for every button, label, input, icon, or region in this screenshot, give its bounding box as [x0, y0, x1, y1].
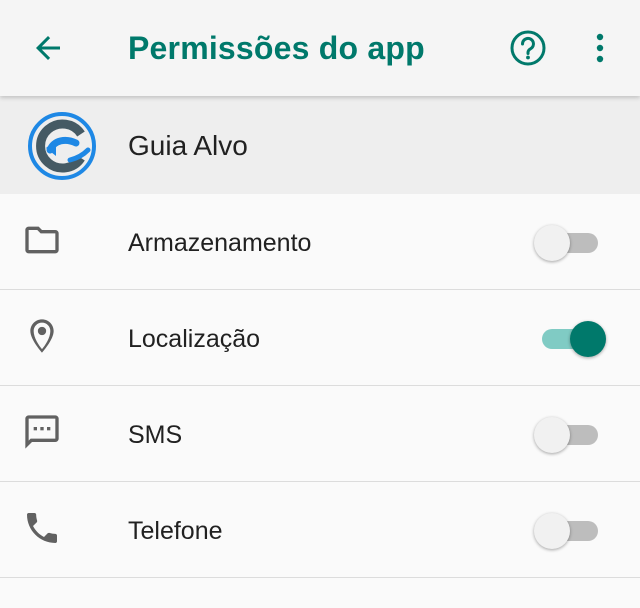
back-button[interactable]	[22, 22, 74, 74]
help-button[interactable]	[502, 22, 554, 74]
permission-row-storage[interactable]: Armazenamento	[0, 194, 640, 290]
permission-toggle-sms[interactable]	[534, 415, 606, 455]
location-pin-icon	[20, 314, 64, 358]
page-title: Permissões do app	[128, 30, 425, 66]
arrow-back-icon	[36, 36, 60, 60]
permission-label: Armazenamento	[128, 229, 312, 257]
permission-toggle-location[interactable]	[534, 319, 606, 359]
more-options-button[interactable]	[576, 22, 624, 74]
toggle-thumb	[534, 513, 570, 549]
sms-icon	[20, 410, 64, 454]
permission-label: Localização	[128, 325, 261, 353]
permissions-list: Armazenamento Localização SMS Telefone	[0, 194, 640, 578]
permission-row-sms[interactable]: SMS	[0, 386, 640, 482]
help-circle-icon	[510, 30, 546, 66]
permission-row-location[interactable]: Localização	[0, 290, 640, 386]
permission-toggle-storage[interactable]	[534, 223, 606, 263]
toolbar: Permissões do app	[0, 0, 640, 96]
app-permissions-screen: Permissões do app Guia Alvo Armazenament…	[0, 0, 640, 608]
toggle-thumb	[534, 225, 570, 261]
permission-label: Telefone	[128, 517, 223, 545]
toggle-thumb	[570, 321, 606, 357]
permission-label: SMS	[128, 421, 183, 449]
permission-toggle-phone[interactable]	[534, 511, 606, 551]
toggle-thumb	[534, 417, 570, 453]
phone-icon	[20, 506, 64, 550]
folder-icon	[20, 218, 64, 262]
app-name: Guia Alvo	[128, 130, 248, 161]
app-logo-icon	[28, 112, 96, 180]
more-vert-icon	[596, 33, 604, 63]
app-header: Guia Alvo	[0, 96, 640, 194]
permission-row-phone[interactable]: Telefone	[0, 482, 640, 578]
